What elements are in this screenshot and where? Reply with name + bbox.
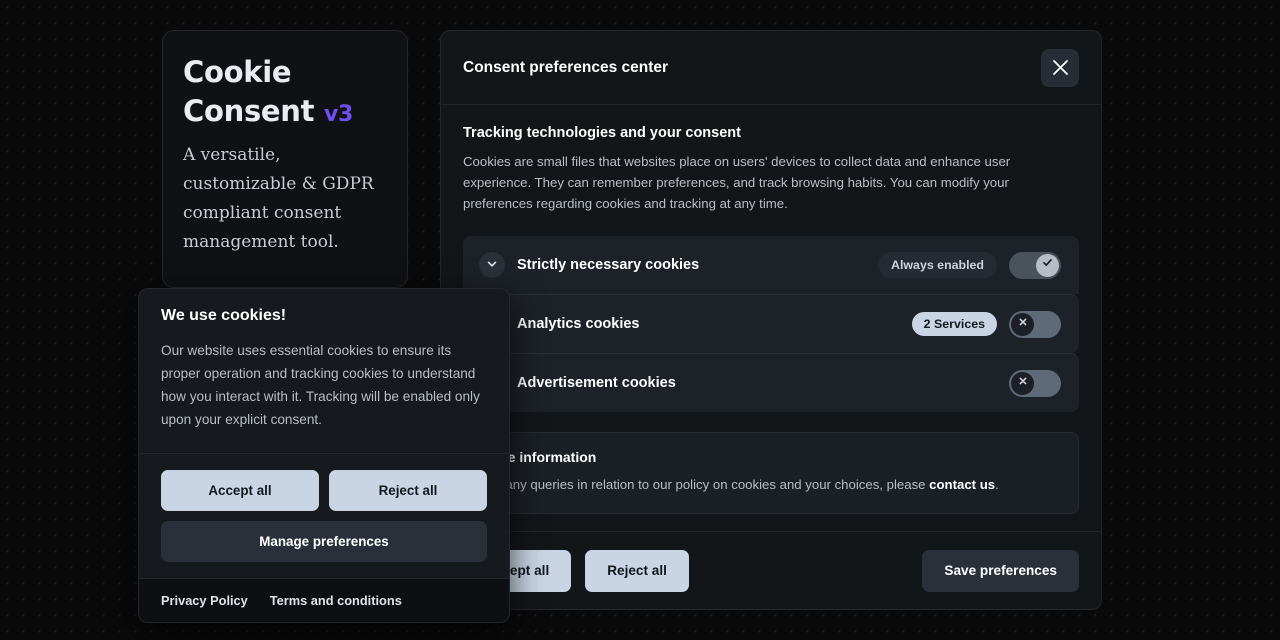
cookie-category-row-analytics[interactable]: Analytics cookies 2 Services (463, 295, 1079, 353)
hero-title: Cookie Consent v3 (183, 53, 387, 131)
hero-description: A versatile, customizable & GDPR complia… (183, 141, 387, 257)
intro-text: Cookies are small files that websites pl… (463, 151, 1079, 214)
expand-button-strictly-necessary[interactable] (479, 252, 505, 278)
intro-title: Tracking technologies and your consent (463, 125, 1079, 141)
x-icon (1017, 374, 1029, 392)
banner-links: Privacy Policy Terms and conditions (139, 578, 509, 622)
modal-reject-all-button[interactable]: Reject all (585, 550, 689, 592)
chevron-down-icon (486, 258, 498, 273)
cookie-category-name: Advertisement cookies (517, 375, 997, 391)
cookie-category-name: Analytics cookies (517, 316, 900, 332)
modal-title: Consent preferences center (463, 59, 668, 77)
banner-description: Our website uses essential cookies to en… (161, 339, 487, 431)
banner-accept-all-button[interactable]: Accept all (161, 470, 319, 511)
banner-reject-all-button[interactable]: Reject all (329, 470, 487, 511)
toggle-analytics[interactable] (1009, 311, 1061, 338)
close-icon (1052, 59, 1069, 76)
cookie-category-row-strictly-necessary[interactable]: Strictly necessary cookies Always enable… (463, 236, 1079, 294)
cookie-category-row-advertisement[interactable]: Advertisement cookies (463, 354, 1079, 412)
x-icon (1017, 315, 1029, 333)
banner-body: We use cookies! Our website uses essenti… (139, 289, 509, 453)
cookie-category-block: Advertisement cookies (463, 353, 1079, 412)
cookie-category-name: Strictly necessary cookies (517, 257, 866, 273)
hero-card: Cookie Consent v3 A versatile, customiza… (162, 30, 408, 288)
more-information-text-before: For any queries in relation to our polic… (482, 477, 929, 492)
banner-title: We use cookies! (161, 307, 487, 325)
more-information-text: For any queries in relation to our polic… (482, 475, 1060, 495)
cookie-category-block: Analytics cookies 2 Services (463, 294, 1079, 353)
terms-and-conditions-link[interactable]: Terms and conditions (270, 593, 402, 608)
more-information-block: More information For any queries in rela… (463, 432, 1079, 514)
always-enabled-badge: Always enabled (878, 252, 997, 278)
cookie-category-list: Strictly necessary cookies Always enable… (463, 236, 1079, 412)
toggle-knob (1011, 372, 1034, 395)
save-preferences-button[interactable]: Save preferences (922, 550, 1079, 592)
toggle-advertisement[interactable] (1009, 370, 1061, 397)
cookie-category-block: Strictly necessary cookies Always enable… (463, 236, 1079, 294)
close-button[interactable] (1041, 49, 1079, 87)
privacy-policy-link[interactable]: Privacy Policy (161, 593, 248, 608)
cookie-consent-banner: We use cookies! Our website uses essenti… (138, 288, 510, 623)
modal-body: Tracking technologies and your consent C… (441, 105, 1101, 531)
hero-version-badge: v3 (324, 102, 353, 127)
toggle-strictly-necessary[interactable] (1009, 252, 1061, 279)
banner-actions: Accept all Reject all Manage preferences (139, 453, 509, 578)
toggle-knob (1036, 254, 1059, 277)
modal-footer: Accept all Reject all Save preferences (441, 531, 1101, 609)
more-information-text-after: . (995, 477, 999, 492)
hero-title-line1: Cookie (183, 55, 291, 89)
banner-manage-preferences-button[interactable]: Manage preferences (161, 521, 487, 562)
check-icon (1041, 256, 1054, 274)
toggle-knob (1011, 313, 1034, 336)
modal-header: Consent preferences center (441, 31, 1101, 105)
consent-preferences-modal: Consent preferences center Tracking tech… (440, 30, 1102, 610)
contact-us-link[interactable]: contact us (929, 477, 995, 492)
services-count-badge[interactable]: 2 Services (912, 312, 997, 336)
hero-title-line2: Consent (183, 94, 314, 128)
more-information-title: More information (482, 449, 1060, 465)
